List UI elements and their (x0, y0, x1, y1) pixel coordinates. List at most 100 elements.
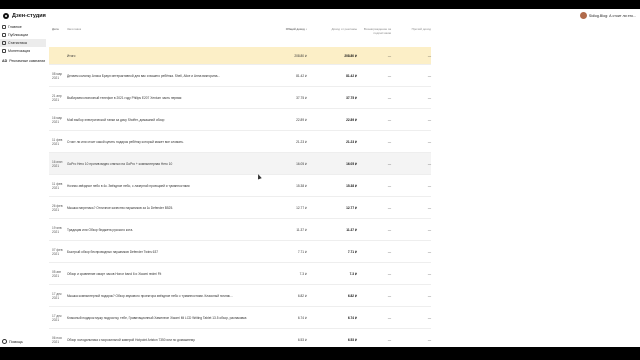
other-income-cell: — (427, 53, 431, 58)
subscriber-reward-cell: — (387, 161, 391, 166)
table-row[interactable]: 11 фев 2021 Ночник звёздное небо в 4к. Зв… (49, 174, 431, 196)
subscriber-reward-cell: — (387, 293, 391, 298)
title-cell[interactable]: Мышка компьютерной подарок? Обзор звуков… (65, 294, 257, 298)
total-income-cell: 37.75 ₽ (296, 95, 307, 100)
sidebar-item-ad-campaigns[interactable]: AD Рекламные кампании (0, 55, 46, 66)
other-income-cell: — (427, 161, 431, 166)
ad-income-cell: 208.80 ₽ (344, 53, 357, 58)
title-cell[interactable]: Традиция или Обзор бюджета русского кота… (65, 228, 257, 232)
table-row[interactable]: 17 дек 2021 Классный подарок мужу подрост… (49, 306, 431, 328)
sidebar-item-label: Публикации (8, 33, 29, 37)
total-income-cell: 208.80 ₽ (294, 53, 307, 58)
column-header-total[interactable]: Общий доход ↓ (257, 27, 307, 31)
subscriber-reward-cell: — (387, 95, 391, 100)
title-cell[interactable]: Выбираем кнопочный телефон в 2021 году P… (65, 96, 257, 100)
date-cell: 06 ноя 2021 (52, 335, 62, 344)
title-cell[interactable]: Классный подарок мужу подростку, тебе, Г… (65, 316, 257, 320)
subscriber-reward-cell: — (387, 337, 391, 342)
zen-logo-icon (3, 13, 9, 19)
other-income-cell: — (427, 315, 431, 320)
title-cell[interactable]: GoPro Hero 10 против видео снятых на GoP… (65, 162, 257, 166)
table-row[interactable]: 16 июн 2021 GoPro Hero 10 против видео сн… (49, 152, 431, 174)
total-income-cell: 81.42 ₽ (296, 73, 307, 78)
subscriber-reward-cell: — (387, 139, 391, 144)
sidebar-item-label: Статистика (8, 41, 27, 45)
date-cell: 11 фев 2021 (52, 137, 63, 146)
title-cell: Итого (67, 53, 76, 58)
ad-income-cell: 6.74 ₽ (347, 315, 357, 320)
sidebar-item-home[interactable]: Главное (0, 23, 46, 31)
coin-icon (2, 49, 6, 53)
column-header-other-income[interactable]: Прочий доход (391, 27, 431, 31)
top-bar: Дзен-студия Sidlog.Blog: А стоит ли это.… (0, 9, 640, 23)
date-cell: 07 фев 2021 (52, 247, 63, 256)
table-row[interactable]: 21 апр 2021 Выбираем кнопочный телефон в … (49, 86, 431, 108)
ad-icon: AD (2, 58, 8, 63)
table-row[interactable]: 19 янв 2021 Традиция или Обзор бюджета ру… (49, 218, 431, 240)
subscriber-reward-cell: — (387, 249, 391, 254)
title-cell[interactable]: Обзор холодильника с морозильной камерой… (65, 338, 257, 342)
table-row[interactable]: 17 дек 2021 Мышка компьютерной подарок? О… (49, 284, 431, 306)
ad-income-cell: 16.05 ₽ (346, 161, 357, 166)
help-link[interactable]: Помощь (2, 339, 23, 344)
other-income-cell: — (427, 249, 431, 254)
subscriber-reward-cell: — (387, 53, 391, 58)
total-income-cell: 6.53 ₽ (297, 337, 307, 342)
total-income-cell: 12.77 ₽ (296, 205, 307, 210)
table-row[interactable]: 07 фев 2021 Быстрый обзор беспроводных на… (49, 240, 431, 262)
date-cell: 08 мар 2021 (52, 71, 63, 80)
channel-switcher[interactable]: Sidlog.Blog: А стоит ли это... (579, 12, 636, 19)
title-cell[interactable]: Мой выбор электрической тапки за дачу Sh… (65, 118, 257, 122)
document-icon (2, 33, 6, 37)
chart-icon (2, 41, 6, 45)
column-header-date[interactable]: Дата (49, 27, 65, 31)
sidebar-item-statistics[interactable]: Статистика (0, 39, 46, 47)
column-header-ad-income[interactable]: Доход от рекламы (307, 27, 357, 31)
subscriber-reward-cell: — (387, 271, 391, 276)
table-row[interactable]: 11 фев 2021 Стоит ли или стоит какой купи… (49, 130, 431, 152)
ad-income-cell: 6.82 ₽ (347, 293, 357, 298)
subscriber-reward-cell: — (387, 315, 391, 320)
total-income-cell: 22.89 ₽ (296, 117, 307, 122)
subscriber-reward-cell: — (387, 73, 391, 78)
sidebar-item-publications[interactable]: Публикации (0, 31, 46, 39)
table-row[interactable]: 06 ноя 2021 Обзор холодильника с морозиль… (49, 328, 431, 347)
total-row: Итого 208.80 ₽ 208.80 ₽ — — (49, 47, 431, 64)
other-income-cell: — (427, 117, 431, 122)
title-cell[interactable]: Обзор и сравнение смарт часов Honor band… (65, 272, 257, 276)
other-income-cell: — (427, 73, 431, 78)
avatar (579, 12, 587, 19)
subscriber-reward-cell: — (387, 205, 391, 210)
subscriber-reward-cell: — (387, 117, 391, 122)
table-row[interactable]: 16 мар 2021 Мой выбор электрической тапки… (49, 108, 431, 130)
other-income-cell: — (427, 337, 431, 342)
title-cell[interactable]: Мышка нагрелась? Отличное качество наушн… (65, 206, 257, 210)
other-income-cell: — (427, 95, 431, 100)
date-cell: 11 фев 2021 (52, 181, 63, 190)
title-cell[interactable]: Ночник звёздное небо в 4к. Звёздное небо… (65, 184, 257, 188)
date-cell: 21 апр 2021 (52, 93, 62, 102)
help-label: Помощь (9, 339, 23, 344)
stats-table: Дата Заголовок Общий доход ↓ Доход от ре… (49, 23, 431, 347)
sidebar-item-monetization[interactable]: Монетизация (0, 47, 46, 55)
date-cell: 16 июн 2021 (52, 159, 63, 168)
title-cell[interactable]: Быстрый обзор беспроводных наушников Def… (65, 250, 257, 254)
total-income-cell: 7.3 ₽ (299, 271, 307, 276)
app-window: Дзен-студия Sidlog.Blog: А стоит ли это.… (0, 9, 640, 347)
date-cell: 17 дек 2021 (52, 291, 62, 300)
table-row[interactable]: 05 авг 2021 Обзор и сравнение смарт часов… (49, 262, 431, 284)
table-row[interactable]: 08 мар 2021 Делаем колонку Алиса Браун ин… (49, 64, 431, 86)
column-header-subscriber-reward[interactable]: Вознаграждение за подписчиков (357, 27, 391, 35)
table-row[interactable]: 26 фев 2021 Мышка нагрелась? Отличное кач… (49, 196, 431, 218)
app-logo[interactable]: Дзен-студия (3, 13, 46, 19)
title-cell[interactable]: Стоит ли или стоит какой купить подарок … (65, 140, 257, 144)
channel-name: Sidlog.Blog: А стоит ли это... (588, 13, 636, 18)
ad-income-cell: 21.23 ₽ (346, 139, 357, 144)
subscriber-reward-cell: — (387, 227, 391, 232)
sidebar-item-label: Рекламные кампании (9, 58, 46, 63)
column-header-title[interactable]: Заголовок (65, 27, 257, 31)
subscriber-reward-cell: — (387, 183, 391, 188)
title-cell[interactable]: Делаем колонку Алиса Браун интерактивной… (65, 74, 257, 78)
home-icon (2, 25, 6, 29)
other-income-cell: — (427, 293, 431, 298)
